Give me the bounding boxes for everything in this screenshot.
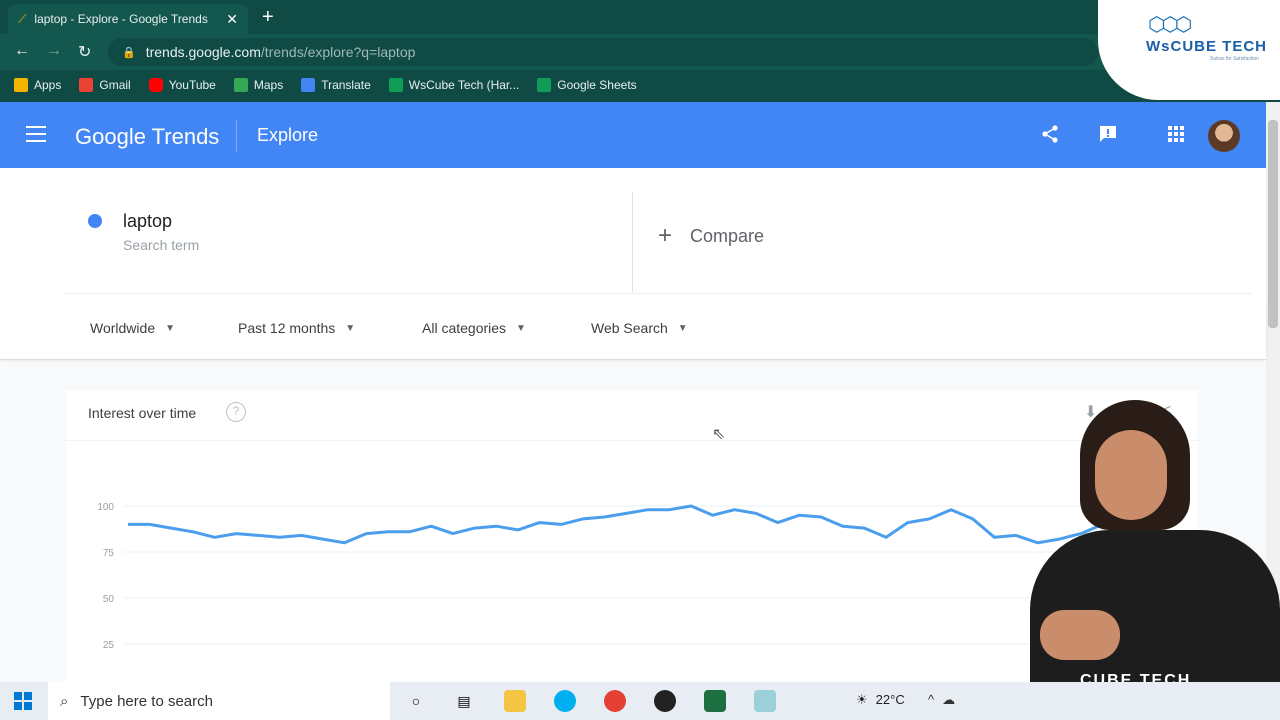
menu-icon[interactable] (26, 126, 46, 147)
cortana-icon[interactable]: ○ (405, 690, 427, 712)
taskbar-search[interactable]: ⌕ Type here to search (48, 682, 390, 720)
weather-sun-icon: ☀ (856, 692, 868, 707)
dropdown-caret-icon: ▼ (165, 322, 176, 334)
avatar[interactable] (1208, 120, 1240, 152)
plus-icon: + (658, 222, 673, 249)
dropdown-caret-icon: ▼ (677, 322, 688, 334)
header-divider (236, 120, 237, 152)
sheets-plus-icon (537, 78, 552, 92)
category-filter[interactable]: All categories ▼ (422, 320, 526, 336)
y-tick-label: 25 (103, 640, 115, 651)
dropdown-caret-icon: ▼ (516, 322, 526, 334)
card-divider (632, 192, 633, 292)
google-trends-logo[interactable]: Google Trends (75, 124, 219, 150)
maps-icon (233, 78, 248, 92)
youtube-icon (148, 78, 163, 92)
file-explorer-icon[interactable] (504, 690, 526, 712)
y-tick-label: 100 (97, 502, 114, 513)
taskbar-search-placeholder: Type here to search (80, 692, 213, 710)
share-icon[interactable] (1040, 124, 1060, 149)
chrome-icon[interactable] (604, 690, 626, 712)
dropdown-caret-icon: ▼ (345, 322, 356, 334)
new-tab-button[interactable]: + (262, 6, 274, 29)
windows-taskbar: ⌕ Type here to search ○ ▤ ☀ 22°C ^☁ (0, 682, 1280, 720)
trends-header: Google Trends Explore (0, 102, 1266, 168)
bookmark-gmail[interactable]: Gmail (79, 78, 131, 92)
mouse-cursor-icon: ⇖ (712, 426, 726, 443)
bookmark-apps[interactable]: Apps (14, 78, 61, 92)
temperature: 22°C (875, 692, 905, 707)
system-tray[interactable]: ^☁ (928, 692, 963, 708)
task-view-icon[interactable]: ▤ (453, 690, 475, 712)
presenter-hand (1040, 610, 1120, 660)
forward-arrow-icon[interactable]: → (46, 42, 62, 60)
page-title: Explore (257, 125, 319, 145)
weather-widget[interactable]: ☀ 22°C (856, 692, 905, 708)
obs-icon[interactable] (654, 690, 676, 712)
sheets-plus-icon (388, 78, 403, 92)
search-type-filter[interactable]: Web Search ▼ (591, 320, 688, 336)
presenter-video-overlay: CUBE TECH (1000, 400, 1280, 690)
nav-bar: ← → ↻ 🔒 trends.google.com/trends/explore… (0, 34, 1280, 70)
bookmark-youtube[interactable]: YouTube (148, 78, 216, 92)
hexagon-logo-icon: ⬡⬡⬡ (1148, 14, 1192, 36)
series-line[interactable] (128, 504, 1147, 545)
y-tick-label: 50 (103, 594, 115, 605)
bookmarks-bar: Apps Gmail YouTube Maps Translate WsCube… (0, 70, 1280, 100)
compare-label: Compare (690, 225, 765, 246)
location-filter[interactable]: Worldwide ▼ (90, 320, 175, 336)
apps-grid-icon[interactable] (1166, 124, 1186, 149)
scrollbar-thumb[interactable] (1268, 120, 1278, 328)
reload-icon[interactable]: ↻ (78, 42, 91, 62)
tab-title: laptop - Explore - Google Trends (34, 12, 208, 26)
tab-close-icon[interactable]: ✕ (226, 11, 238, 28)
translate-icon (301, 78, 316, 92)
term-color-dot (88, 214, 102, 228)
app-icon[interactable] (754, 690, 776, 712)
browser-tab[interactable]: ⟋ laptop - Explore - Google Trends ✕ (8, 4, 248, 34)
gmail-icon (79, 78, 94, 92)
bookmark-translate[interactable]: Translate (301, 78, 371, 92)
presenter-face (1095, 430, 1167, 520)
search-term[interactable]: laptop (123, 211, 172, 232)
back-arrow-icon[interactable]: ← (14, 42, 30, 60)
wscube-watermark-logo: ⬡⬡⬡ WsCUBE TECH Sutras for Satisfaction (1098, 0, 1280, 100)
wscube-logo-text: WsCUBE TECH (1146, 38, 1268, 55)
time-range-filter[interactable]: Past 12 months ▼ (238, 320, 355, 336)
trends-favicon-icon: ⟋ (18, 11, 27, 26)
lock-icon: 🔒 (122, 46, 136, 59)
search-term-type: Search term (123, 237, 200, 253)
url-domain: trends.google.com (145, 44, 261, 60)
search-term-card: laptop Search term + Compare (64, 170, 1252, 294)
compare-button[interactable]: + Compare (658, 222, 764, 250)
bookmark-google-sheets[interactable]: Google Sheets (537, 78, 637, 92)
apps-grid-icon (14, 78, 28, 92)
wscube-tagline: Sutras for Satisfaction (1210, 56, 1259, 62)
y-tick-label: 75 (103, 548, 115, 559)
windows-start-icon[interactable] (14, 692, 32, 710)
bookmark-maps[interactable]: Maps (233, 78, 283, 92)
skype-icon[interactable] (554, 690, 576, 712)
url-path: /trends/explore?q=laptop (260, 44, 416, 60)
excel-icon[interactable] (704, 690, 726, 712)
bookmark-wscube[interactable]: WsCube Tech (Har... (388, 78, 519, 92)
address-bar[interactable]: 🔒 trends.google.com/trends/explore?q=lap… (108, 38, 1098, 66)
search-icon: ⌕ (60, 692, 69, 710)
feedback-icon[interactable] (1098, 124, 1118, 149)
filter-bar: Worldwide ▼ Past 12 months ▼ All categorie… (0, 296, 1266, 360)
